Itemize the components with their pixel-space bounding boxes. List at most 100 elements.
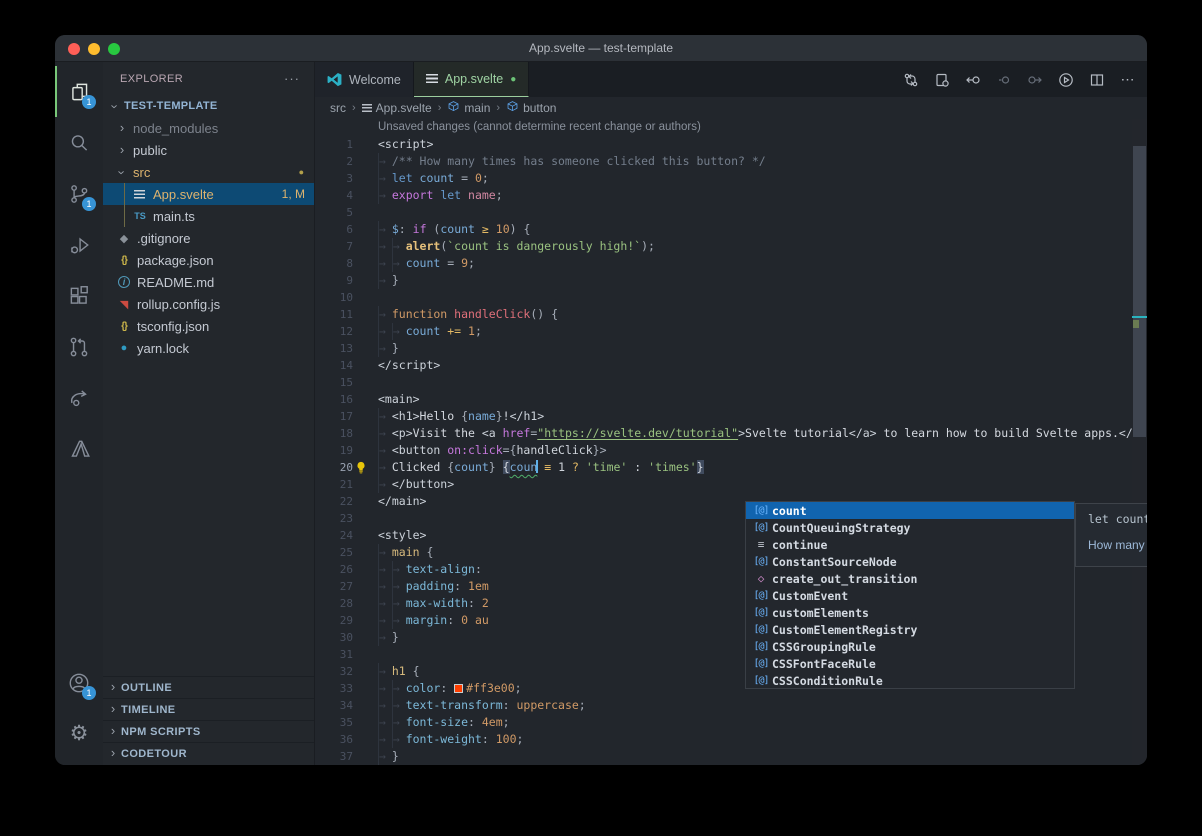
code-token: <button (392, 443, 447, 457)
tree-item-tsconfig-json[interactable]: {}tsconfig.json (103, 315, 314, 337)
section-codetour[interactable]: ›CODETOUR (103, 742, 314, 764)
suggestion-countqueuingstrategy[interactable]: [@]CountQueuingStrategy (746, 519, 1074, 536)
code-token: to learn how to build Svelte apps. (877, 426, 1119, 440)
more-actions-icon[interactable]: ⋯ (1119, 71, 1137, 89)
code-line-19[interactable]: 19→<button on:click={handleClick}> (315, 442, 1147, 459)
section-outline[interactable]: ›OUTLINE (103, 676, 314, 698)
suggestion-cssgroupingrule[interactable]: [@]CSSGroupingRule (746, 638, 1074, 655)
suggestion-continue[interactable]: ≡continue (746, 536, 1074, 553)
code-token: → (378, 697, 392, 714)
tree-item-rollup-config-js[interactable]: ◥rollup.config.js (103, 293, 314, 315)
code-line-6[interactable]: 6→$: if (count ≥ 10) { (315, 221, 1147, 238)
breadcrumb-main[interactable]: main (447, 100, 490, 116)
code-token: → (392, 561, 406, 578)
tree-item-package-json[interactable]: {}package.json (103, 249, 314, 271)
suggestion-cssfontfacerule[interactable]: [@]CSSFontFaceRule (746, 655, 1074, 672)
breadcrumb: src › App.svelte › main › button (315, 97, 1147, 119)
run-code-icon[interactable] (1057, 71, 1075, 89)
tab-welcome[interactable]: Welcome (315, 62, 414, 97)
project-root-row[interactable]: › TEST-TEMPLATE (103, 95, 314, 117)
open-changes-icon[interactable] (933, 71, 951, 89)
code-line-12[interactable]: 12→→count += 1; (315, 323, 1147, 340)
code-line-15[interactable]: 15 (315, 374, 1147, 391)
code-line-35[interactable]: 35→→font-size: 4em; (315, 714, 1147, 731)
file-label: README.md (137, 275, 314, 290)
breadcrumb-button[interactable]: button (506, 100, 556, 116)
code-line-10[interactable]: 10 (315, 289, 1147, 306)
suggestion-create_out_transition[interactable]: ◇create_out_transition (746, 570, 1074, 587)
breadcrumb-src[interactable]: src (330, 101, 346, 115)
suggestion-customevent[interactable]: [@]CustomEvent (746, 587, 1074, 604)
code-line-11[interactable]: 11→function handleClick() { (315, 306, 1147, 323)
activity-extensions-button[interactable] (55, 270, 103, 321)
code-token: } (392, 630, 399, 644)
next-change-icon[interactable] (1026, 71, 1044, 89)
suggestion-count[interactable]: [@]count (746, 502, 1074, 519)
code-line-4[interactable]: 4→export let name; (315, 187, 1147, 204)
tree-item-app-svelte[interactable]: App.svelte1, M (103, 183, 314, 205)
tree-item-src[interactable]: ›src● (103, 161, 314, 183)
activity-source-control-button[interactable]: 1 (55, 168, 103, 219)
color-swatch[interactable] (454, 684, 463, 693)
breadcrumb-file[interactable]: App.svelte (362, 101, 432, 115)
suggestion-cssconditionrule[interactable]: [@]CSSConditionRule (746, 672, 1074, 689)
code-line-21[interactable]: 21→</button> (315, 476, 1147, 493)
minimize-window-button[interactable] (88, 43, 100, 55)
dirty-indicator-icon[interactable]: ● (510, 74, 516, 85)
tree-item-main-ts[interactable]: TSmain.ts (103, 205, 314, 227)
line-number: 5 (315, 204, 353, 221)
code-line-7[interactable]: 7→→alert(`count is dangerously high!`); (315, 238, 1147, 255)
split-editor-icon[interactable] (1088, 71, 1106, 89)
activity-azure-button[interactable] (55, 423, 103, 474)
activity-settings-button[interactable]: ⚙ (55, 708, 103, 759)
change-marker-icon[interactable] (995, 71, 1013, 89)
code-line-37[interactable]: 37→} (315, 748, 1147, 765)
code-line-2[interactable]: 2→/** How many times has someone clicked… (315, 153, 1147, 170)
section-timeline[interactable]: ›TIMELINE (103, 698, 314, 720)
readme-info-icon: i (118, 276, 130, 288)
tree-item-readme-md[interactable]: i README.md (103, 271, 314, 293)
code-line-16[interactable]: 16<main> (315, 391, 1147, 408)
file-label: package.json (137, 253, 314, 268)
code-line-20[interactable]: 20→Clicked {count} {coun ≡ 1 ? 'time' : … (315, 459, 1147, 476)
tree-item-public[interactable]: ›public (103, 139, 314, 161)
tree-item-yarn-lock[interactable]: ●yarn.lock (103, 337, 314, 359)
activity-explorer-button[interactable]: 1 (55, 66, 103, 117)
code-token: on:click (447, 443, 502, 457)
code-line-1[interactable]: 1<script> (315, 136, 1147, 153)
code-line-36[interactable]: 36→→font-weight: 100; (315, 731, 1147, 748)
tree-item--gitignore[interactable]: ◆.gitignore (103, 227, 314, 249)
chevron-right-icon: › (116, 142, 128, 157)
code-line-8[interactable]: 8→→count = 9; (315, 255, 1147, 272)
code-line-5[interactable]: 5 (315, 204, 1147, 221)
line-number: 2 (315, 153, 353, 170)
code-line-34[interactable]: 34→→text-transform: uppercase; (315, 697, 1147, 714)
section-npm-scripts[interactable]: ›NPM SCRIPTS (103, 720, 314, 742)
code-token: let (392, 171, 420, 185)
activity-accounts-button[interactable]: 1 (55, 657, 103, 708)
code-token: → (378, 680, 392, 697)
code-line-3[interactable]: 3→let count = 0; (315, 170, 1147, 187)
editor-scrollbar[interactable] (1132, 119, 1147, 765)
compare-changes-icon[interactable] (902, 71, 920, 89)
code-token: ≥ (482, 222, 496, 236)
code-line-14[interactable]: 14</script> (315, 357, 1147, 374)
activity-github-pr-button[interactable] (55, 321, 103, 372)
activity-live-share-button[interactable] (55, 372, 103, 423)
close-window-button[interactable] (68, 43, 80, 55)
explorer-more-actions-button[interactable]: ··· (284, 71, 300, 86)
activity-search-button[interactable] (55, 117, 103, 168)
code-line-9[interactable]: 9→} (315, 272, 1147, 289)
zoom-window-button[interactable] (108, 43, 120, 55)
previous-change-icon[interactable] (964, 71, 982, 89)
code-line-13[interactable]: 13→} (315, 340, 1147, 357)
code-line-18[interactable]: 18→<p>Visit the <a href="https://svelte.… (315, 425, 1147, 442)
activity-run-debug-button[interactable] (55, 219, 103, 270)
tab-app-svelte[interactable]: App.svelte ● (414, 62, 529, 97)
suggestion-constantsourcenode[interactable]: [@]ConstantSourceNode (746, 553, 1074, 570)
code-line-17[interactable]: 17→<h1>Hello {name}!</h1> (315, 408, 1147, 425)
scrollbar-slider[interactable] (1133, 146, 1146, 437)
suggestion-customelements[interactable]: [@]customElements (746, 604, 1074, 621)
suggestion-customelementregistry[interactable]: [@]CustomElementRegistry (746, 621, 1074, 638)
tree-item-node-modules[interactable]: ›node_modules (103, 117, 314, 139)
